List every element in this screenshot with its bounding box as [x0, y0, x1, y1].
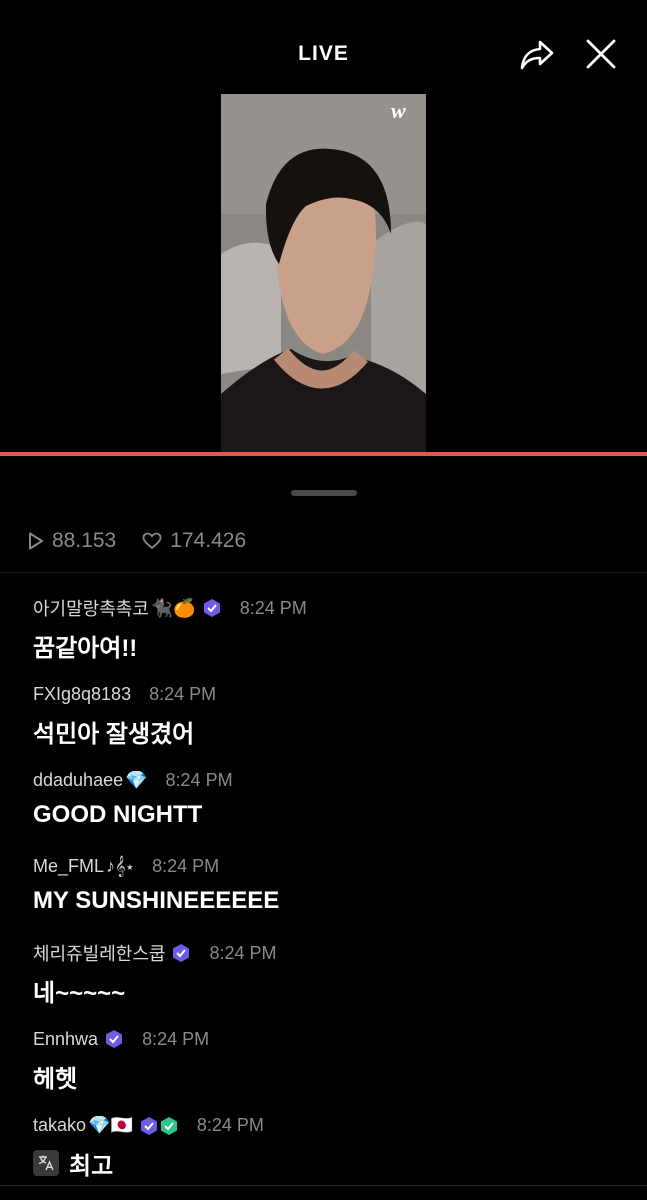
play-count-value: 88.153 — [52, 529, 117, 552]
user-emoji: 🐈‍⬛🍊 — [150, 597, 196, 618]
chat-time: 8:24 PM — [196, 1115, 264, 1136]
heart-icon — [142, 532, 162, 549]
chat-username[interactable]: Me_FML — [33, 856, 104, 877]
chat-text: 헤헷 — [33, 1066, 78, 1094]
chat-username[interactable]: Ennhwa — [33, 1029, 98, 1050]
live-video[interactable]: w — [221, 94, 426, 453]
membership-badge-icon — [104, 1029, 124, 1049]
like-count-value: 174.426 — [170, 529, 247, 552]
user-emoji: 💎🇯🇵 — [88, 1115, 133, 1136]
play-icon — [29, 532, 43, 550]
chat-time: 8:24 PM — [152, 856, 220, 877]
watermark-logo: w — [391, 98, 406, 123]
chat-time: 8:24 PM — [149, 683, 217, 704]
chat-time: 8:24 PM — [165, 770, 233, 791]
share-icon — [520, 40, 554, 70]
chat-time: 8:24 PM — [142, 1028, 210, 1049]
chat-text: 석민아 잘생겼어 — [33, 721, 195, 749]
chat-message: FXIg8q8183 8:24 PM 석민아 잘생겼어 — [33, 680, 633, 766]
chat-time: 8:24 PM — [239, 597, 307, 618]
chat-text: 네~~~~~ — [33, 980, 126, 1008]
membership-badge-icon — [171, 943, 191, 963]
chat-username[interactable]: ddaduhaee — [33, 770, 123, 791]
chat-message: ddaduhaee 💎 8:24 PM GOOD NIGHTT — [33, 767, 633, 853]
chat-text: MY SUNSHINEEEEEE — [33, 886, 280, 914]
translate-button[interactable] — [33, 1150, 59, 1177]
close-button[interactable] — [580, 34, 622, 74]
chat-message: 체리쥬빌레한스쿱 8:24 PM 네~~~~~ — [33, 939, 633, 1025]
chat-message: 아기말랑촉촉코 🐈‍⬛🍊 8:24 PM 꿈같아여!! — [33, 594, 633, 680]
user-emoji: 💎 — [125, 770, 148, 791]
top-bar: LIVE — [0, 0, 647, 108]
drag-handle[interactable] — [291, 490, 357, 496]
fan-badge-icon — [159, 1116, 179, 1136]
close-icon — [586, 39, 616, 69]
chat-username[interactable]: takako — [33, 1115, 86, 1136]
video-frame: w — [221, 94, 426, 453]
chat-username[interactable]: 체리쥬빌레한스쿱 — [33, 940, 165, 966]
share-button[interactable] — [515, 36, 559, 74]
divider — [0, 572, 647, 573]
chat-username[interactable]: 아기말랑촉촉코 — [33, 595, 149, 621]
bottom-divider — [0, 1185, 647, 1186]
translate-icon — [38, 1155, 54, 1171]
chat-message: Ennhwa 8:24 PM 헤헷 — [33, 1025, 633, 1111]
chat-username[interactable]: FXIg8q8183 — [33, 684, 131, 705]
membership-badge-icon — [139, 1116, 159, 1136]
live-progress-bar — [0, 452, 647, 456]
stats-row: 88.153 174.426 — [28, 528, 246, 554]
chat-message: Me_FML ♪𝄞⋆ 8:24 PM MY SUNSHINEEEEEE — [33, 853, 633, 939]
chat-text: GOOD NIGHTT — [33, 800, 203, 828]
membership-badge-icon — [202, 598, 222, 618]
chat-time: 8:24 PM — [209, 942, 277, 963]
chat-list: 아기말랑촉촉코 🐈‍⬛🍊 8:24 PM 꿈같아여!! FXIg8q8183 8… — [33, 594, 633, 1198]
play-count: 88.153 — [28, 529, 116, 553]
chat-text: 꿈같아여!! — [33, 635, 138, 662]
chat-text: 최고 — [69, 1152, 114, 1180]
like-count: 174.426 — [142, 529, 246, 553]
user-emoji: ♪𝄞⋆ — [106, 856, 135, 877]
